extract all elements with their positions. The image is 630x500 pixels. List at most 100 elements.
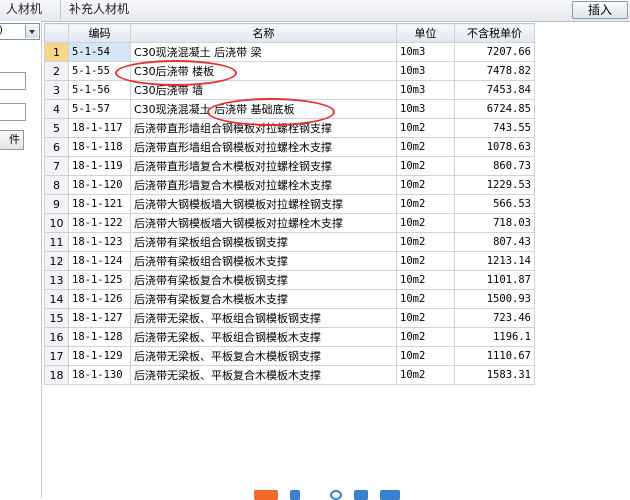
row-price[interactable]: 7453.84 (454, 80, 535, 100)
row-unit[interactable]: 10m2 (396, 270, 455, 290)
row-name[interactable]: 后浇带无梁板、平板复合木模板钢支撑 (130, 346, 397, 366)
row-code[interactable]: 18-1-128 (68, 327, 131, 347)
table-row[interactable]: 12 18-1-124 后浇带有梁板组合钢模板木支撑 10m2 1213.14 (44, 251, 535, 271)
row-name[interactable]: C30后浇带 楼板 (130, 61, 397, 81)
row-name[interactable]: 后浇带直形墙组合钢模板对拉螺栓钢支撑 (130, 118, 397, 138)
row-name[interactable]: 后浇带有梁板组合钢模板钢支撑 (130, 232, 397, 252)
table-row[interactable]: 3 5-1-56 C30后浇带 墙 10m3 7453.84 (44, 80, 535, 100)
row-code[interactable]: 18-1-124 (68, 251, 131, 271)
row-unit[interactable]: 10m2 (396, 118, 455, 138)
row-name[interactable]: C30现浇混凝土 后浇带 梁 (130, 42, 397, 62)
row-code[interactable]: 5-1-55 (68, 61, 131, 81)
row-code[interactable]: 18-1-120 (68, 175, 131, 195)
row-unit[interactable]: 10m2 (396, 289, 455, 309)
row-index[interactable]: 14 (44, 289, 69, 309)
table-row[interactable]: 7 18-1-119 后浇带直形墙复合木模板对拉螺栓钢支撑 10m2 860.73 (44, 156, 535, 176)
row-code[interactable]: 18-1-127 (68, 308, 131, 328)
row-name[interactable]: 后浇带无梁板、平板复合木模板木支撑 (130, 365, 397, 385)
row-index[interactable]: 9 (44, 194, 69, 214)
row-name[interactable]: 后浇带有梁板复合木模板钢支撑 (130, 270, 397, 290)
row-code[interactable]: 18-1-123 (68, 232, 131, 252)
header-code[interactable]: 编码 (68, 23, 131, 43)
row-name[interactable]: 后浇带无梁板、平板组合钢模板木支撑 (130, 327, 397, 347)
chevron-down-icon[interactable] (25, 25, 38, 38)
row-unit[interactable]: 10m2 (396, 308, 455, 328)
row-index[interactable]: 15 (44, 308, 69, 328)
table-row[interactable]: 9 18-1-121 后浇带大钢模板墙大钢模板对拉螺栓钢支撑 10m2 566.53 (44, 194, 535, 214)
row-price[interactable]: 1500.93 (454, 289, 535, 309)
filter-combo[interactable]: ) (0, 23, 40, 40)
row-price[interactable]: 7478.82 (454, 61, 535, 81)
row-unit[interactable]: 10m2 (396, 156, 455, 176)
table-row[interactable]: 5 18-1-117 后浇带直形墙组合钢模板对拉螺栓钢支撑 10m2 743.55 (44, 118, 535, 138)
row-unit[interactable]: 10m2 (396, 175, 455, 195)
table-row[interactable]: 11 18-1-123 后浇带有梁板组合钢模板钢支撑 10m2 807.43 (44, 232, 535, 252)
row-index[interactable]: 5 (44, 118, 69, 138)
row-unit[interactable]: 10m2 (396, 365, 455, 385)
row-code[interactable]: 18-1-125 (68, 270, 131, 290)
row-index[interactable]: 3 (44, 80, 69, 100)
row-price[interactable]: 566.53 (454, 194, 535, 214)
table-row[interactable]: 16 18-1-128 后浇带无梁板、平板组合钢模板木支撑 10m2 1196.1 (44, 327, 535, 347)
row-name[interactable]: 后浇带有梁板组合钢模板木支撑 (130, 251, 397, 271)
row-price[interactable]: 7207.66 (454, 42, 535, 62)
row-unit[interactable]: 10m2 (396, 232, 455, 252)
row-name[interactable]: 后浇带直形墙复合木模板对拉螺栓钢支撑 (130, 156, 397, 176)
row-name[interactable]: 后浇带直形墙组合钢模板对拉螺栓木支撑 (130, 137, 397, 157)
row-price[interactable]: 1101.87 (454, 270, 535, 290)
row-index[interactable]: 11 (44, 232, 69, 252)
row-name[interactable]: 后浇带无梁板、平板组合钢模板钢支撑 (130, 308, 397, 328)
table-row[interactable]: 1 5-1-54 C30现浇混凝土 后浇带 梁 10m3 7207.66 (44, 42, 535, 62)
filter-condition-button[interactable]: 件 (0, 130, 24, 150)
row-name[interactable]: 后浇带大钢模板墙大钢模板对拉螺栓钢支撑 (130, 194, 397, 214)
row-price[interactable]: 860.73 (454, 156, 535, 176)
table-row[interactable]: 8 18-1-120 后浇带直形墙复合木模板对拉螺栓木支撑 10m2 1229.53 (44, 175, 535, 195)
filter-input-2[interactable] (0, 103, 26, 121)
row-code[interactable]: 18-1-117 (68, 118, 131, 138)
row-index[interactable]: 4 (44, 99, 69, 119)
row-unit[interactable]: 10m2 (396, 327, 455, 347)
row-index[interactable]: 8 (44, 175, 69, 195)
table-row[interactable]: 18 18-1-130 后浇带无梁板、平板复合木模板木支撑 10m2 1583.31 (44, 365, 535, 385)
row-code[interactable]: 18-1-130 (68, 365, 131, 385)
row-unit[interactable]: 10m2 (396, 251, 455, 271)
table-row[interactable]: 15 18-1-127 后浇带无梁板、平板组合钢模板钢支撑 10m2 723.46 (44, 308, 535, 328)
row-price[interactable]: 6724.85 (454, 99, 535, 119)
row-name[interactable]: 后浇带有梁板复合木模板木支撑 (130, 289, 397, 309)
row-code[interactable]: 18-1-118 (68, 137, 131, 157)
row-unit[interactable]: 10m2 (396, 346, 455, 366)
header-unit[interactable]: 单位 (396, 23, 455, 43)
table-row[interactable]: 2 5-1-55 C30后浇带 楼板 10m3 7478.82 (44, 61, 535, 81)
table-row[interactable]: 6 18-1-118 后浇带直形墙组合钢模板对拉螺栓木支撑 10m2 1078.63 (44, 137, 535, 157)
row-price[interactable]: 1213.14 (454, 251, 535, 271)
row-index[interactable]: 10 (44, 213, 69, 233)
row-code[interactable]: 18-1-122 (68, 213, 131, 233)
row-unit[interactable]: 10m3 (396, 99, 455, 119)
tab-materials[interactable]: 人材机 (0, 0, 48, 20)
row-unit[interactable]: 10m3 (396, 80, 455, 100)
row-price[interactable]: 1196.1 (454, 327, 535, 347)
row-code[interactable]: 18-1-119 (68, 156, 131, 176)
row-price[interactable]: 1078.63 (454, 137, 535, 157)
row-unit[interactable]: 10m2 (396, 137, 455, 157)
row-unit[interactable]: 10m3 (396, 42, 455, 62)
row-index[interactable]: 2 (44, 61, 69, 81)
header-name[interactable]: 名称 (130, 23, 397, 43)
row-name[interactable]: C30后浇带 墙 (130, 80, 397, 100)
table-row[interactable]: 10 18-1-122 后浇带大钢模板墙大钢模板对拉螺栓木支撑 10m2 718.03 (44, 213, 535, 233)
row-index[interactable]: 12 (44, 251, 69, 271)
row-price[interactable]: 1229.53 (454, 175, 535, 195)
table-row[interactable]: 13 18-1-125 后浇带有梁板复合木模板钢支撑 10m2 1101.87 (44, 270, 535, 290)
row-price[interactable]: 1110.67 (454, 346, 535, 366)
row-code[interactable]: 18-1-126 (68, 289, 131, 309)
row-name[interactable]: 后浇带大钢模板墙大钢模板对拉螺栓木支撑 (130, 213, 397, 233)
row-name[interactable]: 后浇带直形墙复合木模板对拉螺栓木支撑 (130, 175, 397, 195)
row-code[interactable]: 18-1-121 (68, 194, 131, 214)
row-index[interactable]: 7 (44, 156, 69, 176)
row-price[interactable]: 718.03 (454, 213, 535, 233)
row-index[interactable]: 17 (44, 346, 69, 366)
row-code[interactable]: 5-1-54 (68, 42, 131, 62)
table-row[interactable]: 4 5-1-57 C30现浇混凝土 后浇带 基础底板 10m3 6724.85 (44, 99, 535, 119)
row-index[interactable]: 1 (44, 42, 69, 62)
row-price[interactable]: 723.46 (454, 308, 535, 328)
